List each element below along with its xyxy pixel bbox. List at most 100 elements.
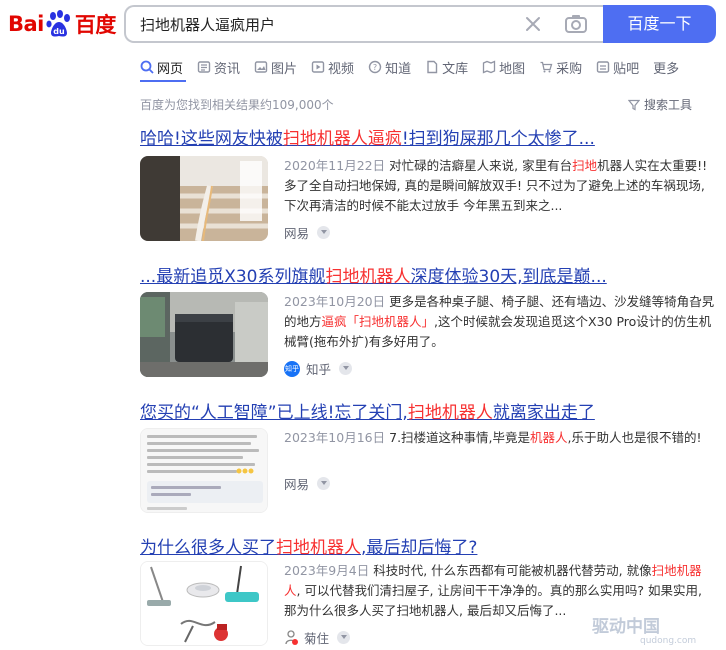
abstract-highlight: 逼疯「扫地机器人」 xyxy=(321,314,435,329)
tab-label: 知道 xyxy=(385,61,412,77)
user-avatar-icon xyxy=(284,629,298,646)
clear-icon[interactable] xyxy=(522,13,544,35)
watermark-subtext: qudong.com xyxy=(640,636,697,646)
title-text: 深度体验30天,到底是巅... xyxy=(410,267,607,287)
abstract-text: ,乐于助人也是很不错的! xyxy=(567,430,702,445)
title-text: 您买的“人工智障”已上线!忘了关门, xyxy=(140,403,408,423)
search-query[interactable]: 扫地机器人逼疯用户 xyxy=(140,14,275,35)
source-name: 知乎 xyxy=(306,362,332,377)
tab-tieba[interactable]: 贴吧 xyxy=(596,56,639,78)
search-input[interactable]: 扫地机器人逼疯用户 xyxy=(124,5,604,43)
tab-wenku[interactable]: 文库 xyxy=(425,56,468,78)
tab-zhidao[interactable]: ? 知道 xyxy=(368,56,411,78)
result-thumbnail[interactable] xyxy=(140,561,268,646)
tab-purchase[interactable]: 采购 xyxy=(539,56,582,78)
question-icon: ? xyxy=(368,60,382,74)
tab-label: 网页 xyxy=(157,61,184,77)
document-icon xyxy=(427,60,438,74)
search-result: 您买的“人工智障”已上线!忘了关门,扫地机器人就离家出走了 2023年10月16… xyxy=(140,398,720,513)
tab-label: 资讯 xyxy=(214,61,241,77)
source-name: 网易 xyxy=(284,226,310,241)
svg-text:?: ? xyxy=(373,63,377,72)
search-icon xyxy=(140,60,154,74)
news-icon xyxy=(197,61,211,73)
abstract-text: 对忙碌的洁癖星人来说, 家里有台 xyxy=(389,158,573,173)
tab-label: 文库 xyxy=(442,61,469,77)
chevron-down-icon[interactable] xyxy=(337,631,351,644)
search-tools-label: 搜索工具 xyxy=(644,98,693,112)
result-date: 2023年9月4日 xyxy=(284,563,370,578)
abstract-text: 7.扫楼道这种事情,毕竟是 xyxy=(389,430,531,445)
abstract-highlight: 扫地 xyxy=(572,158,598,173)
tab-label: 地图 xyxy=(499,61,526,77)
cart-icon xyxy=(540,61,553,73)
result-source[interactable]: 知乎 知乎 xyxy=(284,359,353,378)
title-highlight: 扫地机器人逼疯 xyxy=(282,129,402,149)
logo-text-left: Bai xyxy=(8,12,44,36)
tab-label: 贴吧 xyxy=(613,61,640,77)
logo-text-right: 百度 xyxy=(74,13,117,37)
result-abstract: 2023年10月20日 更多是各种桌子腿、椅子腿、还有墙边、沙发缝等犄角旮旯的地方… xyxy=(284,292,718,352)
title-text: !扫到狗屎那几个太惨了... xyxy=(401,129,595,149)
zhihu-logo-icon: 知乎 xyxy=(284,360,300,377)
result-date: 2023年10月16日 xyxy=(284,430,386,445)
top-bar: Bai du 百度 扫地机器人逼疯用户 百度一下 xyxy=(0,0,726,48)
tab-video[interactable]: 视频 xyxy=(311,56,354,78)
title-highlight: 扫地机器人 xyxy=(276,538,361,558)
search-button[interactable]: 百度一下 xyxy=(603,5,716,43)
video-icon xyxy=(311,61,325,73)
active-tab-indicator xyxy=(140,80,186,82)
title-highlight: 扫地机器人 xyxy=(407,403,493,423)
result-title-link[interactable]: 您买的“人工智障”已上线!忘了关门,扫地机器人就离家出走了 xyxy=(140,398,720,423)
forum-icon xyxy=(596,61,610,73)
tab-web[interactable]: 网页 xyxy=(140,56,183,78)
baidu-logo[interactable]: Bai du 百度 xyxy=(8,9,116,39)
result-source[interactable]: 网易 xyxy=(284,223,331,242)
source-name: 网易 xyxy=(284,477,310,492)
search-tabs: 网页 资讯 图片 视频 ? 知道 文库 地图 采购 贴吧 更多 xyxy=(140,56,693,80)
tab-map[interactable]: 地图 xyxy=(482,56,525,78)
tab-more[interactable]: 更多 xyxy=(653,56,679,78)
title-text: 就离家出走了 xyxy=(492,403,595,423)
watermark-text: 驱动中国 xyxy=(592,617,660,637)
search-result: 为什么很多人买了扫地机器人,最后却后悔了? 2023年9月4日 科技时代, 什么东… xyxy=(140,533,720,646)
tab-news[interactable]: 资讯 xyxy=(197,56,240,78)
paw-icon: du xyxy=(45,10,73,38)
result-date: 2023年10月20日 xyxy=(284,294,386,309)
tab-images[interactable]: 图片 xyxy=(254,56,297,78)
result-date: 2020年11月22日 xyxy=(284,158,386,173)
result-count: 百度为您找到相关结果约109,000个 xyxy=(140,98,334,112)
title-text: 为什么很多人买了 xyxy=(140,538,276,558)
result-abstract: 2023年10月16日 7.扫楼道这种事情,毕竟是机器人,乐于助人也是很不错的! xyxy=(284,428,718,448)
search-result: ...最新追觅X30系列旗舰扫地机器人深度体验30天,到底是巅... 2023年… xyxy=(140,262,720,377)
image-icon xyxy=(254,61,268,73)
title-highlight: 扫地机器人 xyxy=(325,267,411,287)
map-icon xyxy=(482,60,496,74)
abstract-text: 科技时代, 什么东西都有可能被机器代替劳动, 就像 xyxy=(373,563,652,578)
filter-icon xyxy=(628,99,640,110)
result-title-link[interactable]: 为什么很多人买了扫地机器人,最后却后悔了? xyxy=(140,533,720,558)
search-result: 哈哈!这些网友快被扫地机器人逼疯!扫到狗屎那几个太惨了... 2020年11月2… xyxy=(140,124,720,241)
result-thumbnail[interactable] xyxy=(140,292,268,377)
result-title-link[interactable]: 哈哈!这些网友快被扫地机器人逼疯!扫到狗屎那几个太惨了... xyxy=(140,124,720,149)
chevron-down-icon[interactable] xyxy=(317,477,331,490)
result-abstract: 2020年11月22日 对忙碌的洁癖星人来说, 家里有台扫地机器人实在太重要!! … xyxy=(284,156,718,216)
result-title-link[interactable]: ...最新追觅X30系列旗舰扫地机器人深度体验30天,到底是巅... xyxy=(140,262,720,287)
source-name: 菊住 xyxy=(304,631,330,646)
search-tools-button[interactable]: 搜索工具 xyxy=(628,96,692,113)
title-text: 哈哈!这些网友快被 xyxy=(140,129,283,149)
chevron-down-icon[interactable] xyxy=(317,226,331,239)
tab-label: 采购 xyxy=(556,61,583,77)
result-source[interactable]: 网易 xyxy=(284,474,331,493)
result-source[interactable]: 菊住 xyxy=(284,628,351,647)
tab-label: 图片 xyxy=(271,61,298,77)
result-thumbnail[interactable] xyxy=(140,428,268,513)
chevron-down-icon[interactable] xyxy=(339,362,353,375)
tab-label: 视频 xyxy=(328,61,355,77)
svg-text:du: du xyxy=(53,27,65,36)
title-text: ,最后却后悔了? xyxy=(361,538,478,558)
tab-label: 更多 xyxy=(653,61,680,77)
result-thumbnail[interactable] xyxy=(140,156,268,241)
title-text: ...最新追觅X30系列旗舰 xyxy=(140,267,326,287)
camera-icon[interactable] xyxy=(564,13,588,35)
